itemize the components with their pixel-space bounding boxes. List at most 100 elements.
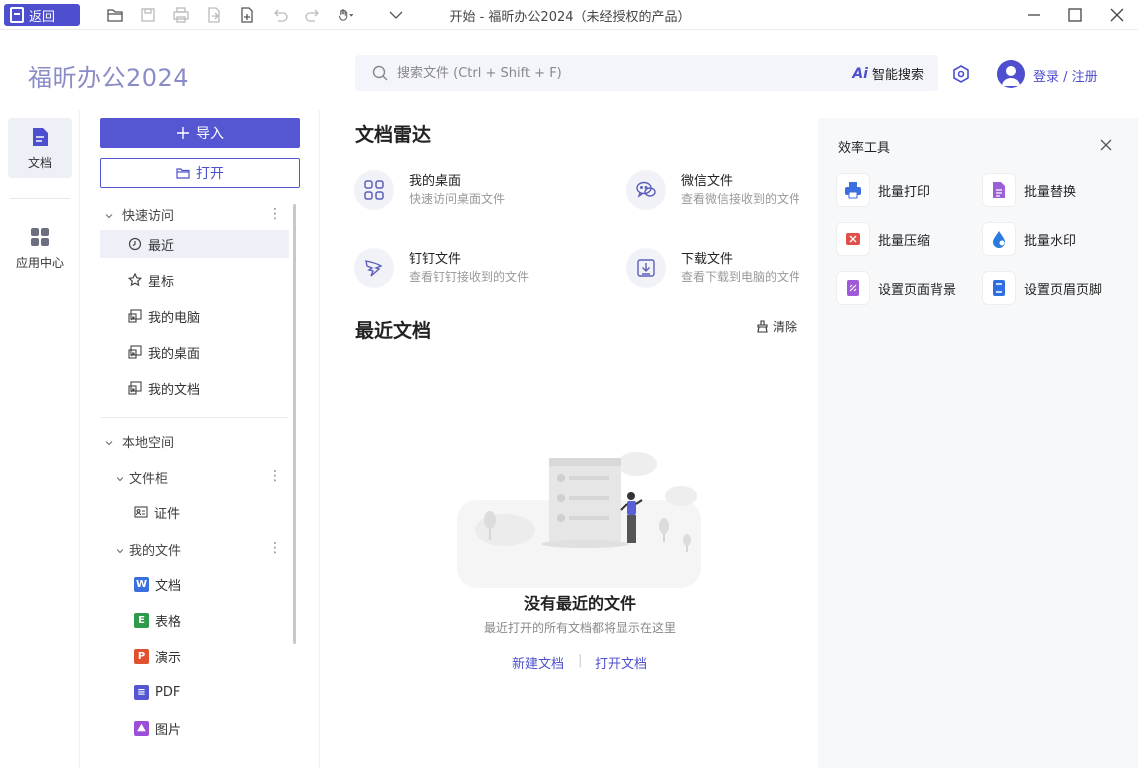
word-file-icon: W <box>134 576 149 592</box>
download-icon <box>626 248 666 288</box>
excel-file-icon: E <box>134 612 149 628</box>
open-button[interactable]: 打开 <box>100 158 300 188</box>
nav-item-certificates[interactable]: 证件 <box>100 498 289 526</box>
foxit-logo-icon <box>10 7 24 23</box>
tool-batch-compress[interactable]: 批量压缩 <box>836 222 976 256</box>
apps-grid-icon <box>29 226 51 248</box>
header-footer-icon <box>982 271 1016 305</box>
more-options-icon[interactable]: ⋮ <box>268 469 282 483</box>
clear-recent-button[interactable]: 清除 <box>756 318 797 335</box>
save-icon[interactable] <box>139 6 157 24</box>
tool-page-background[interactable]: 设置页面背景 <box>836 271 976 305</box>
tool-header-footer[interactable]: 设置页眉页脚 <box>982 271 1122 305</box>
search-input[interactable] <box>397 55 817 91</box>
new-doc-icon[interactable] <box>238 6 256 24</box>
hand-tool-icon[interactable] <box>337 6 361 24</box>
folder-link-icon <box>128 309 142 323</box>
nav-label: PDF <box>155 684 181 700</box>
back-button[interactable]: 返回 <box>4 4 80 26</box>
more-options-icon[interactable]: ⋮ <box>268 207 282 221</box>
redo-icon[interactable] <box>304 6 322 24</box>
login-register-link[interactable]: 登录 / 注册 <box>1033 66 1098 85</box>
nav-label: 文档 <box>155 578 182 594</box>
left-rail: 文档 应用中心 <box>0 110 80 768</box>
back-label: 返回 <box>29 9 56 25</box>
tool-batch-watermark[interactable]: 批量水印 <box>982 222 1122 256</box>
nav-item-images[interactable]: ⛰ 图片 <box>100 714 289 742</box>
ai-search-button[interactable]: Ai 智能搜索 <box>852 64 924 84</box>
folder-icon <box>176 166 190 180</box>
star-icon <box>128 273 142 287</box>
sidebar-scrollbar[interactable] <box>293 204 296 644</box>
wechat-icon <box>626 170 666 210</box>
tool-label: 批量打印 <box>878 184 931 200</box>
rail-item-documents[interactable]: 文档 <box>8 118 72 178</box>
minimize-icon[interactable] <box>1023 4 1045 26</box>
nav-label: 星标 <box>148 274 175 290</box>
nav-item-my-desktop[interactable]: 我的桌面 <box>100 338 289 366</box>
export-doc-icon[interactable] <box>205 6 223 24</box>
radar-item-dingtalk[interactable]: 钉钉文件 查看钉钉接收到的文件 <box>354 248 604 298</box>
radar-item-desktop[interactable]: 我的桌面 快速访问桌面文件 <box>354 170 604 220</box>
nav-item-my-documents[interactable]: 我的文档 <box>100 374 289 402</box>
compress-icon <box>836 222 870 256</box>
radar-item-title: 钉钉文件 <box>409 252 462 267</box>
chevron-down-icon <box>115 545 125 555</box>
radar-item-subtitle: 查看钉钉接收到的文件 <box>409 270 530 284</box>
ai-search-label: 智能搜索 <box>871 68 924 83</box>
nav-item-presentations[interactable]: P 演示 <box>100 642 289 670</box>
local-space-header[interactable]: 本地空间 <box>104 432 174 451</box>
radar-item-title: 我的桌面 <box>409 174 462 189</box>
efficiency-tools-panel: 效率工具 批量打印 批量替换 批量压缩 批量水印 设置页面背景 设置页眉页脚 <box>818 118 1138 768</box>
replace-doc-icon <box>982 173 1016 207</box>
close-icon[interactable] <box>1098 137 1114 153</box>
tool-batch-replace[interactable]: 批量替换 <box>982 173 1122 207</box>
nav-item-recent[interactable]: 最近 <box>100 230 289 258</box>
empty-state-subtitle: 最近打开的所有文档都将显示在这里 <box>483 621 676 635</box>
chevron-down-icon <box>115 473 125 483</box>
nav-item-my-computer[interactable]: 我的电脑 <box>100 302 289 330</box>
folder-link-icon <box>128 345 142 359</box>
nav-item-spreadsheets[interactable]: E 表格 <box>100 606 289 634</box>
grid-icon <box>354 170 394 210</box>
foxit-office-start-window: 返回 开始 - 福昕办公2024（未经授权的产品） 福昕办公2024 Ai 智能… <box>0 0 1138 768</box>
link-separator: | <box>578 653 583 668</box>
radar-item-title: 下载文件 <box>681 252 734 267</box>
section-title: 我的文件 <box>129 544 182 559</box>
close-window-icon[interactable] <box>1106 4 1128 26</box>
undo-icon[interactable] <box>271 6 289 24</box>
title-bar: 返回 开始 - 福昕办公2024（未经授权的产品） <box>0 0 1138 30</box>
search-bar[interactable]: Ai 智能搜索 <box>355 55 938 91</box>
rail-item-app-center[interactable]: 应用中心 <box>8 218 72 278</box>
print-icon[interactable] <box>172 6 190 24</box>
folder-link-icon <box>128 381 142 395</box>
nav-label: 表格 <box>155 614 182 630</box>
open-document-link[interactable]: 打开文档 <box>595 653 647 672</box>
search-icon <box>371 64 389 82</box>
open-folder-icon[interactable] <box>106 6 124 24</box>
watermark-drop-icon <box>982 222 1016 256</box>
clear-brush-icon <box>756 320 769 333</box>
rail-label: 文档 <box>27 155 52 170</box>
new-document-link[interactable]: 新建文档 <box>512 653 564 672</box>
import-button[interactable]: 导入 <box>100 118 300 148</box>
radar-item-subtitle: 查看下载到电脑的文件 <box>681 270 799 284</box>
rail-divider <box>10 198 70 199</box>
maximize-icon[interactable] <box>1064 4 1086 26</box>
nav-item-pdf[interactable]: ≡ PDF <box>100 678 289 706</box>
quick-access-header[interactable]: 快速访问 <box>104 205 174 224</box>
more-options-icon[interactable]: ⋮ <box>268 541 282 555</box>
sidebar: 导入 打开 快速访问 ⋮ 最近 星标 我的电脑 我的桌面 我的文档 本地空间 文… <box>82 110 320 768</box>
settings-gear-icon[interactable] <box>951 64 971 84</box>
ppt-file-icon: P <box>134 648 149 664</box>
document-radar-title: 文档雷达 <box>355 124 432 146</box>
tool-label: 设置页面背景 <box>878 282 957 298</box>
nav-label: 图片 <box>155 722 182 738</box>
nav-item-word-docs[interactable]: W 文档 <box>100 570 289 598</box>
tool-batch-print[interactable]: 批量打印 <box>836 173 976 207</box>
recent-documents-title: 最近文档 <box>355 320 432 342</box>
file-cabinet-header[interactable]: 文件柜 <box>115 468 168 487</box>
nav-item-starred[interactable]: 星标 <box>100 266 289 294</box>
my-files-header[interactable]: 我的文件 <box>115 540 181 559</box>
avatar[interactable] <box>997 60 1025 88</box>
